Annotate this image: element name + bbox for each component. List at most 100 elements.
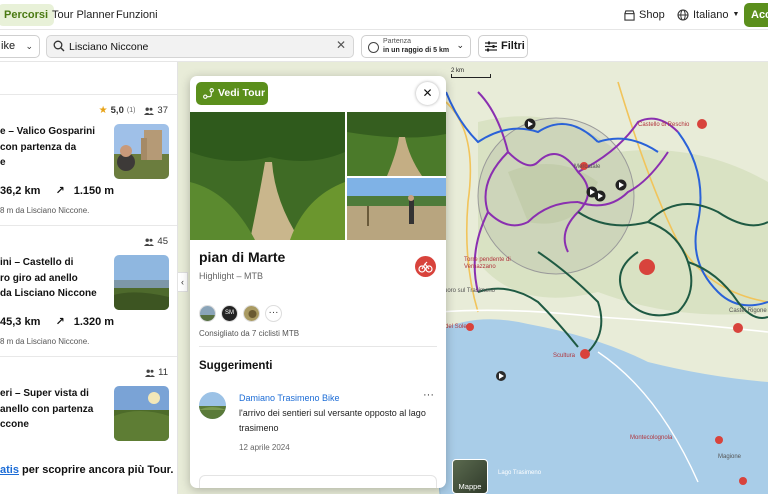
close-icon: ✕ [422, 86, 433, 100]
language-label: Italiano [693, 9, 729, 21]
users-icon [145, 369, 156, 377]
tour-card[interactable]: ★ 5,0 (1) 37 e – Valico Gosparini con pa… [0, 95, 177, 225]
map-label: del Sole [445, 324, 467, 330]
suggestion-text: l'arrivo dei sentieri sul versante oppos… [239, 408, 426, 433]
collapse-list-button[interactable]: ‹ [178, 272, 188, 292]
tour-thumbnail[interactable] [114, 124, 169, 179]
highlight-photo[interactable] [347, 112, 446, 176]
tour-title-line: e [0, 157, 6, 168]
tour-thumbnail[interactable] [114, 255, 169, 310]
highlight-title: pian di Marte [199, 249, 286, 265]
chevron-down-icon: ⌄ [25, 41, 33, 51]
route-icon [203, 88, 214, 99]
tour-distance: 45,3 km [0, 316, 41, 328]
map-label: Montecolognola [630, 435, 673, 441]
avatar[interactable] [199, 305, 216, 322]
cta-link[interactable]: atis [0, 464, 19, 476]
sport-select[interactable]: ike ⌄ [0, 35, 40, 58]
view-tour-button[interactable]: Vedi Tour [196, 82, 268, 105]
view-tour-label: Vedi Tour [218, 87, 266, 99]
shop-icon [624, 9, 635, 21]
elevation-icon: ↗ [55, 185, 65, 197]
highlight-subtitle: Highlight – MTB [199, 271, 264, 281]
more-avatars-button[interactable]: ··· [265, 305, 282, 322]
search-input[interactable] [69, 38, 329, 55]
map-label: Lago Trasimeno [498, 470, 542, 476]
map-scale-bar [451, 74, 491, 78]
globe-icon [677, 9, 689, 21]
tour-stats: 45,3 km ↗ 1.320 m [0, 315, 114, 328]
shop-link[interactable]: Shop [624, 4, 665, 26]
tour-stats: 36,2 km ↗ 1.150 m [0, 184, 114, 197]
chevron-left-icon: ‹ [181, 277, 184, 287]
avatar-initials: SM [225, 310, 234, 316]
nav-tab-percorsi[interactable]: Percorsi [0, 4, 55, 26]
tour-title-line: e – Valico Gosparini [0, 126, 96, 137]
recommended-count: Consigliato da 7 ciclisti MTB [199, 329, 300, 338]
highlight-photo[interactable] [347, 178, 446, 240]
account-button[interactable]: Acc [744, 3, 768, 27]
suggestions-heading: Suggerimenti [199, 360, 273, 372]
tour-start-distance: 8 m da Lisciano Niccone. [0, 337, 90, 346]
tour-meta: 45 [144, 236, 168, 247]
recommender-avatars: SM ··· [199, 305, 282, 322]
departure-label: Partenza [383, 38, 412, 45]
search-field[interactable]: ✕ [46, 35, 354, 58]
tour-distance: 36,2 km [0, 185, 41, 197]
highlight-popup: Vedi Tour ✕ pian di Marte Highlight – MT… [190, 76, 446, 488]
highlight-photo-main[interactable] [190, 112, 345, 240]
map-label: Castel Rigone [729, 308, 767, 314]
elevation-icon: ↗ [55, 316, 65, 328]
mtb-highlight-icon [415, 256, 436, 277]
top-navigation: Percorsi Tour Planner Funzioni Shop Ital… [0, 0, 768, 30]
tour-rating: 5,0 [110, 105, 124, 116]
tour-users-count: 37 [157, 105, 168, 116]
tour-meta: 11 [145, 367, 168, 378]
nav-tab-tour-planner[interactable]: Tour Planner [52, 4, 114, 26]
sport-select-value: ike [1, 40, 16, 52]
users-icon [144, 238, 155, 246]
radius-icon [368, 42, 379, 53]
tour-users-count: 45 [157, 236, 168, 247]
users-icon [144, 107, 155, 115]
avatar[interactable] [199, 392, 226, 419]
tour-title[interactable]: eri – Super vista di anello con partenza… [0, 386, 108, 433]
map-label: Castello di Reschio [638, 122, 690, 128]
suggestion-author-link[interactable]: Damiano Trasimeno Bike [239, 393, 340, 403]
sliders-icon [485, 41, 497, 52]
tour-elevation: 1.320 m [73, 316, 115, 328]
filters-button[interactable]: Filtri [478, 35, 528, 58]
language-selector[interactable]: Italiano ▼ [677, 4, 739, 26]
more-icon: ··· [268, 307, 279, 318]
map-layers-button[interactable]: Mappe [452, 459, 488, 494]
map-label: Scultura [553, 353, 576, 359]
tour-title[interactable]: ini – Castello di ro giro ad anello da L… [0, 255, 108, 302]
chevron-down-icon: ⌄ [456, 40, 464, 50]
map-scale: 2 km [451, 68, 491, 78]
map-label: Torre pendente di Vernazzano [464, 257, 511, 270]
shop-label: Shop [639, 9, 665, 21]
star-icon: ★ [98, 105, 108, 116]
filters-label: Filtri [501, 40, 525, 52]
tour-title-line: ini – Castello di [0, 257, 74, 268]
departure-radius-select[interactable]: Partenza in un raggio di 5 km ⌄ [361, 35, 471, 58]
bottom-cta: atis per scoprire ancora più Tour. [0, 464, 173, 476]
search-icon [53, 40, 65, 52]
more-options-icon[interactable]: ··· [423, 389, 434, 401]
close-popup-button[interactable]: ✕ [416, 82, 439, 105]
tour-thumbnail[interactable] [114, 386, 169, 441]
departure-radius-value: in un raggio di 5 km [383, 47, 450, 54]
avatar[interactable] [243, 305, 260, 322]
tour-start-distance: 8 m da Lisciano Niccone. [0, 206, 90, 215]
suggestion-date: 12 aprile 2024 [239, 443, 290, 452]
map-label: uoro sul Trasimeno [444, 288, 496, 294]
tour-title[interactable]: e – Valico Gosparini con partenza da e [0, 124, 108, 171]
nav-tab-funzioni[interactable]: Funzioni [116, 4, 158, 26]
clear-icon[interactable]: ✕ [336, 38, 346, 52]
tour-card[interactable]: 45 ini – Castello di ro giro ad anello d… [0, 226, 177, 356]
avatar[interactable]: SM [221, 305, 238, 322]
tour-title-line: anello con partenza [0, 403, 94, 415]
tour-title-line: da Lisciano Niccone [0, 288, 97, 299]
tour-results-list: ★ 5,0 (1) 37 e – Valico Gosparini con pa… [0, 62, 178, 494]
tour-users-count: 11 [158, 367, 168, 378]
